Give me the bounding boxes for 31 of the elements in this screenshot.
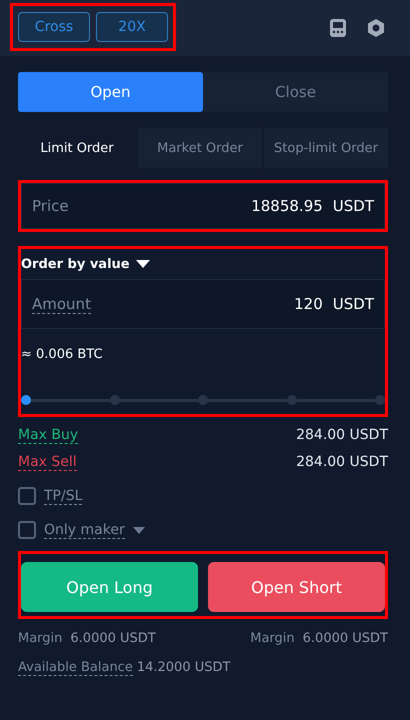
settings-icon[interactable] <box>366 18 386 38</box>
price-field[interactable]: Price 18858.95 USDT <box>21 183 385 229</box>
balance-value: 14.2000 USDT <box>136 660 230 676</box>
calculator-icon[interactable] <box>328 18 348 38</box>
checkbox[interactable] <box>18 487 36 505</box>
order-type-tab[interactable]: Stop-limit Order <box>264 128 388 168</box>
side-tab[interactable]: Close <box>203 72 388 112</box>
option-label[interactable]: Only maker <box>44 522 125 538</box>
margin-value: 6.0000 USDT <box>70 631 156 646</box>
mode-button[interactable]: Cross <box>18 12 90 42</box>
order-type-tab[interactable]: Limit Order <box>18 128 136 168</box>
order-button[interactable]: Open Short <box>208 562 385 612</box>
margin-label: Margin <box>250 631 295 646</box>
limit-label: Max Sell <box>18 454 77 471</box>
mode-button[interactable]: 20X <box>96 12 168 42</box>
limit-value: 284.00 USDT <box>296 427 388 444</box>
side-tab[interactable]: Open <box>18 72 203 112</box>
limit-value: 284.00 USDT <box>296 454 388 471</box>
order-mode-dropdown[interactable]: Order by value <box>21 256 130 272</box>
order-type-tab[interactable]: Market Order <box>138 128 262 168</box>
margin-label: Margin <box>18 631 62 646</box>
conversion-text: ≈ 0.006 BTC <box>21 347 104 362</box>
checkbox[interactable] <box>18 521 36 539</box>
limit-label: Max Buy <box>18 427 78 444</box>
order-button[interactable]: Open Long <box>21 562 198 612</box>
amount-field[interactable]: Amount 120 USDT <box>21 279 385 329</box>
caret-icon[interactable] <box>136 260 150 268</box>
option-label[interactable]: TP/SL <box>44 488 82 504</box>
amount-slider[interactable] <box>21 394 385 406</box>
balance-label: Available Balance <box>18 660 133 676</box>
margin-value: 6.0000 USDT <box>302 631 388 646</box>
